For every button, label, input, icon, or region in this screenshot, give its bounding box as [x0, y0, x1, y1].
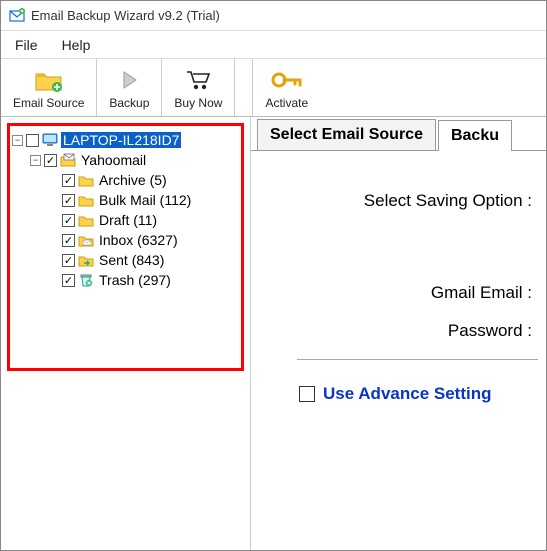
titlebar: Email Backup Wizard v9.2 (Trial) — [1, 1, 546, 31]
backup-button[interactable]: Backup — [97, 59, 162, 116]
checkbox[interactable] — [62, 274, 75, 287]
tree-spacer — [48, 195, 59, 206]
tab-label: Backu — [451, 127, 499, 144]
email-source-button[interactable]: Email Source — [1, 59, 97, 116]
cart-icon — [185, 66, 211, 94]
tab-backup[interactable]: Backu — [438, 120, 512, 151]
folder-label: Archive (5) — [97, 172, 169, 188]
app-icon — [9, 8, 25, 24]
folder-plus-icon — [34, 66, 64, 94]
tree-folder-inbox[interactable]: Inbox (6327) — [48, 230, 239, 250]
checkbox[interactable] — [62, 214, 75, 227]
mailbox-icon — [60, 152, 76, 168]
backup-panel: Select Saving Option : Gmail Email : Pas… — [251, 151, 546, 412]
advance-settings-label: Use Advance Setting — [323, 384, 491, 404]
tree-folder-bulk[interactable]: Bulk Mail (112) — [48, 190, 239, 210]
checkbox[interactable] — [62, 194, 75, 207]
toolbar: Email Source Backup Buy Now Activate — [1, 59, 546, 117]
advance-settings-row[interactable]: Use Advance Setting — [299, 384, 538, 404]
tree-folder-archive[interactable]: Archive (5) — [48, 170, 239, 190]
inbox-icon — [78, 232, 94, 248]
tree-folder-trash[interactable]: Trash (297) — [48, 270, 239, 290]
play-icon — [118, 66, 140, 94]
activate-button[interactable]: Activate — [253, 59, 320, 116]
tree-folder-draft[interactable]: Draft (11) — [48, 210, 239, 230]
gmail-email-label: Gmail Email : — [431, 283, 532, 303]
trash-icon — [78, 272, 94, 288]
folder-icon — [78, 212, 94, 228]
buy-now-label: Buy Now — [174, 96, 222, 110]
right-pane: Select Email Source Backu Select Saving … — [251, 117, 546, 550]
folder-label: Sent (843) — [97, 252, 166, 268]
tree-spacer — [48, 275, 59, 286]
folder-icon — [78, 172, 94, 188]
sent-icon — [78, 252, 94, 268]
content-area: − LAPTOP-IL218ID7 − Yahoomail — [1, 117, 546, 550]
checkbox[interactable] — [62, 234, 75, 247]
folder-label: Draft (11) — [97, 212, 159, 228]
folder-tree: − LAPTOP-IL218ID7 − Yahoomail — [7, 123, 244, 371]
folder-label: Inbox (6327) — [97, 232, 180, 248]
tab-bar: Select Email Source Backu — [251, 117, 546, 151]
checkbox[interactable] — [26, 134, 39, 147]
tree-spacer — [48, 215, 59, 226]
tree-root-row[interactable]: − LAPTOP-IL218ID7 — [12, 130, 239, 150]
menu-help[interactable]: Help — [62, 37, 91, 53]
buy-now-button[interactable]: Buy Now — [162, 59, 235, 116]
menubar: File Help — [1, 31, 546, 59]
computer-icon — [42, 132, 58, 148]
tree-spacer — [48, 175, 59, 186]
tree-spacer — [48, 235, 59, 246]
tree-account-row[interactable]: − Yahoomail — [30, 150, 239, 170]
folder-label: Trash (297) — [97, 272, 173, 288]
tree-folder-sent[interactable]: Sent (843) — [48, 250, 239, 270]
separator — [297, 359, 538, 360]
checkbox[interactable] — [44, 154, 57, 167]
tab-label: Select Email Source — [270, 126, 423, 143]
checkbox[interactable] — [62, 254, 75, 267]
expander-icon[interactable]: − — [30, 155, 41, 166]
email-source-label: Email Source — [13, 96, 84, 110]
tree-root-label: LAPTOP-IL218ID7 — [61, 132, 181, 148]
password-label: Password : — [448, 321, 532, 341]
toolbar-gap — [235, 59, 253, 116]
saving-option-label: Select Saving Option : — [364, 191, 532, 211]
tree-spacer — [48, 255, 59, 266]
backup-label: Backup — [109, 96, 149, 110]
tree-account-label: Yahoomail — [79, 152, 148, 168]
tab-select-email-source[interactable]: Select Email Source — [257, 119, 436, 150]
menu-file[interactable]: File — [15, 37, 38, 53]
checkbox[interactable] — [62, 174, 75, 187]
checkbox[interactable] — [299, 386, 315, 402]
folder-label: Bulk Mail (112) — [97, 192, 193, 208]
folder-icon — [78, 192, 94, 208]
key-icon — [270, 66, 304, 94]
expander-icon[interactable]: − — [12, 135, 23, 146]
activate-label: Activate — [265, 96, 308, 110]
folder-tree-pane: − LAPTOP-IL218ID7 − Yahoomail — [1, 117, 251, 550]
window-title: Email Backup Wizard v9.2 (Trial) — [31, 8, 220, 23]
